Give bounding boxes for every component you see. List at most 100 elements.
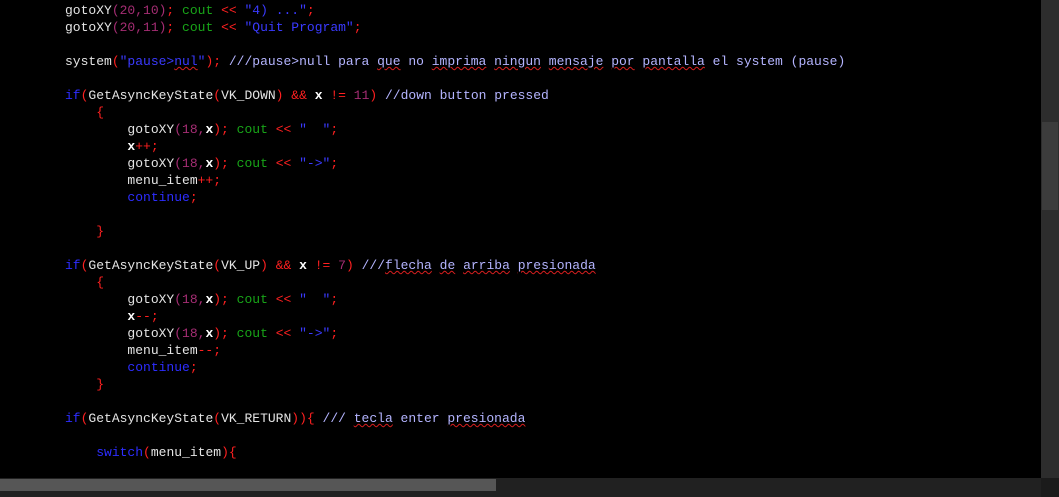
code-token: && xyxy=(291,88,307,103)
code-token: "->" xyxy=(299,156,331,171)
code-line[interactable]: } xyxy=(65,223,104,240)
code-line[interactable]: if(GetAsyncKeyState(VK_RETURN)){ /// tec… xyxy=(65,410,525,427)
code-token: && xyxy=(275,258,292,273)
code-line[interactable]: } xyxy=(65,376,104,393)
code-token: ; xyxy=(330,326,339,341)
code-token: flecha xyxy=(385,258,432,273)
code-token: ) xyxy=(345,258,354,273)
code-token: gotoXY xyxy=(65,122,175,137)
code-token: tecla xyxy=(353,411,393,426)
code-token: << xyxy=(221,3,237,18)
code-token: gotoXY xyxy=(65,292,175,307)
code-token: { xyxy=(96,275,105,290)
code-token: arriba xyxy=(463,258,510,273)
code-token: menu_item xyxy=(150,445,222,460)
code-token: } xyxy=(96,224,105,239)
code-token: ; xyxy=(189,360,198,375)
code-line[interactable]: gotoXY(18,x); cout << " "; xyxy=(65,121,338,138)
code-token: gotoXY xyxy=(65,156,175,171)
code-token: de xyxy=(439,258,456,273)
code-token: ; xyxy=(330,156,339,171)
code-line[interactable]: x++; xyxy=(65,138,158,155)
code-token: { xyxy=(96,105,105,120)
code-token: { xyxy=(306,411,315,426)
code-line[interactable]: system("pause>nul"); ///pause>null para … xyxy=(65,53,845,70)
horizontal-scroll-thumb[interactable] xyxy=(0,479,496,491)
code-token: ; xyxy=(330,122,339,137)
code-line[interactable]: gotoXY(20,10); cout << "4) ..."; xyxy=(65,2,315,19)
code-token: gotoXY xyxy=(65,3,112,18)
code-line[interactable]: if(GetAsyncKeyState(VK_DOWN) && x != 11)… xyxy=(65,87,549,104)
code-token: nul xyxy=(174,54,198,69)
code-line[interactable]: x--; xyxy=(65,308,158,325)
code-token: ){ xyxy=(221,445,237,460)
vertical-scroll-thumb[interactable] xyxy=(1042,122,1058,210)
code-token: cout xyxy=(236,122,268,137)
code-editor[interactable]: gotoXY(20,10); cout << "4) ..."; gotoXY(2… xyxy=(0,0,1041,478)
code-line[interactable]: { xyxy=(65,104,104,121)
code-line[interactable]: gotoXY(18,x); cout << "->"; xyxy=(65,325,338,342)
code-token: (18, xyxy=(174,156,206,171)
code-line[interactable]: gotoXY(18,x); cout << "->"; xyxy=(65,155,338,172)
code-token: ); xyxy=(213,292,229,307)
code-line[interactable]: continue; xyxy=(65,359,198,376)
code-line[interactable]: menu_item++; xyxy=(65,172,221,189)
code-line[interactable]: gotoXY(20,11); cout << "Quit Program"; xyxy=(65,19,362,36)
code-token: << xyxy=(275,156,292,171)
code-line[interactable]: gotoXY(18,x); cout << " "; xyxy=(65,291,338,308)
horizontal-scrollbar[interactable] xyxy=(0,478,1041,497)
code-line[interactable]: { xyxy=(65,274,104,291)
code-token: gotoXY xyxy=(65,326,175,341)
code-token: if xyxy=(65,411,81,426)
code-token: gotoXY xyxy=(65,20,112,35)
vertical-scrollbar[interactable] xyxy=(1041,0,1059,478)
code-token: GetAsyncKeyState xyxy=(88,258,214,273)
code-token: no xyxy=(400,54,432,69)
code-line[interactable]: continue; xyxy=(65,189,197,206)
code-token: cout xyxy=(236,326,268,341)
code-line[interactable]: if(GetAsyncKeyState(VK_UP) && x != 7) //… xyxy=(65,257,596,274)
code-token: if xyxy=(65,88,81,103)
code-token: VK_DOWN xyxy=(221,88,276,103)
code-token: menu_item xyxy=(65,173,198,188)
code-line[interactable]: switch(menu_item){ xyxy=(65,444,237,461)
code-token: (18, xyxy=(174,292,206,307)
code-token: != xyxy=(330,88,346,103)
code-token: VK_UP xyxy=(221,258,261,273)
code-line[interactable]: menu_item--; xyxy=(65,342,221,359)
code-token: << xyxy=(275,122,292,137)
code-token: que xyxy=(377,54,401,69)
code-token: ( xyxy=(213,258,222,273)
code-token: //down button pressed xyxy=(385,88,549,103)
code-token: ) xyxy=(260,258,268,273)
code-token: "->" xyxy=(299,326,331,341)
code-token: } xyxy=(96,377,105,392)
